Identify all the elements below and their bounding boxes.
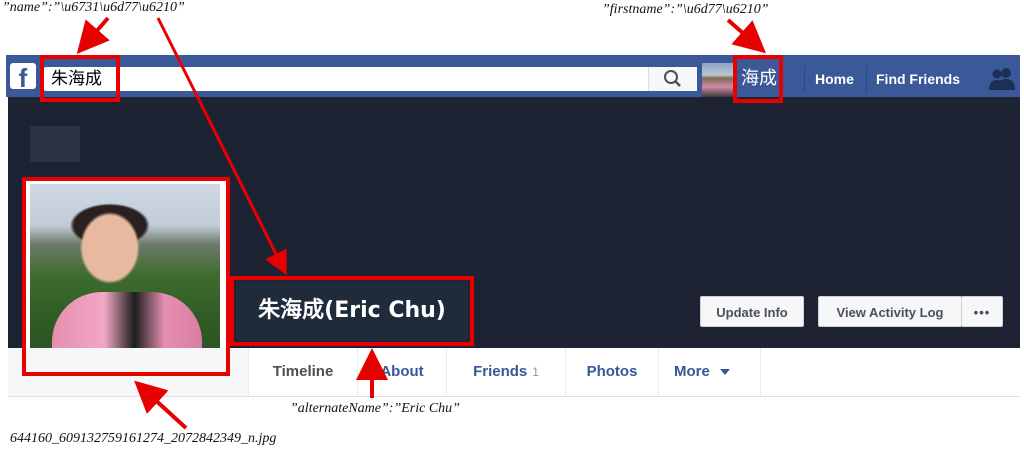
view-activity-log-button[interactable]: View Activity Log xyxy=(818,296,962,327)
firstname-highlight-box xyxy=(733,55,783,103)
tab-about[interactable]: About xyxy=(358,348,446,396)
user-avatar[interactable] xyxy=(702,63,734,97)
arrow-firstname xyxy=(726,18,767,54)
photo-filename-annotation: 644160_609132759161274_2072842349_n.jpg xyxy=(10,431,277,446)
alternate-name-highlight-box xyxy=(230,276,474,346)
friends-count: 1 xyxy=(532,365,539,379)
tab-more[interactable]: More xyxy=(659,348,745,396)
arrow-name xyxy=(76,16,110,55)
more-actions-button[interactable]: ••• xyxy=(961,296,1003,327)
nav-divider xyxy=(804,66,805,92)
update-info-button[interactable]: Update Info xyxy=(700,296,804,327)
search-icon xyxy=(664,70,681,87)
search-input[interactable] xyxy=(44,67,696,91)
nav-divider xyxy=(866,66,867,92)
tab-photos[interactable]: Photos xyxy=(566,348,658,396)
tab-friends-label: Friends xyxy=(473,363,528,380)
tab-friends[interactable]: Friends 1 xyxy=(447,348,565,396)
name-annotation: ”name”:”\u6731\u6d77\u6210” xyxy=(2,0,185,15)
chevron-down-icon xyxy=(720,369,730,376)
profile-picture-highlight-box xyxy=(22,177,230,376)
facebook-logo-icon[interactable]: f xyxy=(10,63,36,89)
firstname-annotation: ”firstname”:”\u6d77\u6210” xyxy=(602,2,769,17)
name-highlight-box xyxy=(40,55,120,102)
nav-home-link[interactable]: Home xyxy=(815,58,854,100)
cover-placeholder xyxy=(30,126,80,162)
tab-timeline[interactable]: Timeline xyxy=(249,348,357,396)
tab-divider xyxy=(760,348,761,396)
tab-more-label: More xyxy=(673,363,710,380)
search-button[interactable] xyxy=(648,67,697,91)
nav-find-friends-link[interactable]: Find Friends xyxy=(876,58,960,100)
alternate-name-annotation: ”alternateName”:”Eric Chu” xyxy=(290,401,460,416)
friends-icon[interactable] xyxy=(988,66,1016,95)
